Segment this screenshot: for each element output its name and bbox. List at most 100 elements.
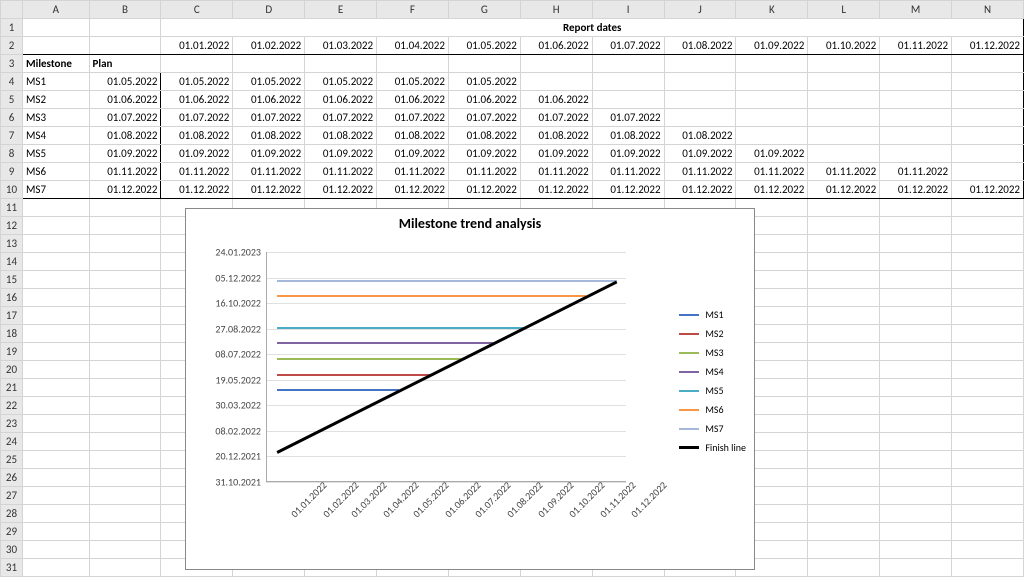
cell[interactable] — [89, 253, 161, 271]
col-N[interactable]: N — [952, 1, 1024, 19]
cell[interactable] — [880, 343, 952, 361]
row-3[interactable]: 3 — [1, 55, 23, 73]
cell[interactable] — [89, 343, 161, 361]
col-H[interactable]: H — [520, 1, 592, 19]
cell[interactable] — [880, 73, 952, 91]
cell[interactable]: 01.08.2022 — [233, 127, 305, 145]
cell[interactable]: 01.06.2022 — [161, 91, 233, 109]
cell[interactable]: 01.05.2022 — [305, 73, 377, 91]
cell[interactable] — [952, 271, 1024, 289]
cell[interactable]: 01.11.2022 — [89, 163, 161, 181]
cell[interactable] — [880, 433, 952, 451]
cell[interactable]: 01.08.2022 — [377, 127, 449, 145]
row-25[interactable]: 25 — [1, 451, 23, 469]
cell[interactable] — [952, 487, 1024, 505]
cell[interactable]: 01.12.2022 — [305, 181, 377, 199]
cell[interactable] — [880, 253, 952, 271]
cell[interactable]: 01.05.2022 — [448, 73, 520, 91]
cell[interactable]: 01.11.2022 — [377, 163, 449, 181]
cell[interactable] — [89, 361, 161, 379]
cell[interactable]: 01.07.2022 — [520, 109, 592, 127]
cell[interactable]: 01.09.2022 — [377, 145, 449, 163]
cell[interactable]: 01.11.2022 — [880, 37, 952, 55]
cell[interactable]: 01.11.2022 — [664, 163, 736, 181]
row-8[interactable]: 8 — [1, 145, 23, 163]
cell[interactable] — [664, 73, 736, 91]
cell[interactable]: 01.12.2022 — [377, 181, 449, 199]
cell[interactable] — [23, 271, 90, 289]
cell[interactable]: 01.03.2022 — [305, 37, 377, 55]
row-2[interactable]: 2 — [1, 37, 23, 55]
cell[interactable]: 01.07.2022 — [377, 109, 449, 127]
cell[interactable]: 01.12.2022 — [233, 181, 305, 199]
cell[interactable] — [952, 505, 1024, 523]
cell[interactable] — [952, 307, 1024, 325]
cell[interactable] — [880, 127, 952, 145]
cell[interactable]: 01.09.2022 — [520, 145, 592, 163]
row-16[interactable]: 16 — [1, 289, 23, 307]
cell[interactable]: 01.04.2022 — [377, 37, 449, 55]
row-22[interactable]: 22 — [1, 397, 23, 415]
cell[interactable] — [520, 73, 592, 91]
cell[interactable] — [23, 451, 90, 469]
cell[interactable]: 01.06.2022 — [520, 37, 592, 55]
cell[interactable] — [952, 469, 1024, 487]
cell[interactable] — [23, 199, 90, 217]
cell[interactable] — [880, 415, 952, 433]
row-30[interactable]: 30 — [1, 541, 23, 559]
cell[interactable] — [89, 217, 161, 235]
chart[interactable]: Milestone trend analysis 31.10.202120.12… — [185, 208, 755, 570]
cell[interactable] — [736, 73, 808, 91]
cell[interactable] — [808, 343, 880, 361]
cell[interactable]: 01.11.2022 — [808, 163, 880, 181]
cell[interactable]: 01.10.2022 — [808, 37, 880, 55]
cell[interactable]: 01.08.2022 — [161, 127, 233, 145]
cell[interactable] — [808, 505, 880, 523]
cell[interactable]: 01.05.2022 — [161, 73, 233, 91]
cell[interactable] — [23, 307, 90, 325]
cell[interactable]: 01.12.2022 — [89, 181, 161, 199]
cell[interactable]: 01.08.2022 — [305, 127, 377, 145]
cell[interactable]: 01.06.2022 — [233, 91, 305, 109]
cell[interactable] — [952, 127, 1024, 145]
row-24[interactable]: 24 — [1, 433, 23, 451]
cell[interactable] — [592, 91, 664, 109]
cell[interactable] — [808, 235, 880, 253]
cell[interactable] — [808, 145, 880, 163]
cell[interactable] — [808, 415, 880, 433]
cell[interactable]: 01.08.2022 — [520, 127, 592, 145]
cell[interactable] — [89, 199, 161, 217]
cell[interactable] — [89, 325, 161, 343]
cell[interactable] — [664, 109, 736, 127]
row-20[interactable]: 20 — [1, 361, 23, 379]
row-9[interactable]: 9 — [1, 163, 23, 181]
cell[interactable]: 01.08.2022 — [89, 127, 161, 145]
cell[interactable] — [880, 361, 952, 379]
cell[interactable] — [808, 127, 880, 145]
cell[interactable] — [880, 235, 952, 253]
plan-col-hdr[interactable]: Plan — [89, 55, 161, 73]
cell[interactable] — [880, 145, 952, 163]
cell[interactable]: 01.12.2022 — [592, 181, 664, 199]
cell[interactable] — [952, 343, 1024, 361]
cell[interactable] — [89, 397, 161, 415]
cell[interactable]: 01.12.2022 — [664, 181, 736, 199]
cell[interactable]: 01.05.2022 — [377, 73, 449, 91]
cell[interactable] — [808, 325, 880, 343]
cell[interactable] — [952, 379, 1024, 397]
cell[interactable] — [880, 469, 952, 487]
cell[interactable]: 01.11.2022 — [592, 163, 664, 181]
col-C[interactable]: C — [161, 1, 233, 19]
cell[interactable]: 01.09.2022 — [736, 37, 808, 55]
cell[interactable]: 01.07.2022 — [161, 109, 233, 127]
cell[interactable]: 01.12.2022 — [736, 181, 808, 199]
row-19[interactable]: 19 — [1, 343, 23, 361]
cell[interactable] — [23, 253, 90, 271]
row-12[interactable]: 12 — [1, 217, 23, 235]
cell[interactable]: 01.08.2022 — [448, 127, 520, 145]
cell[interactable]: 01.11.2022 — [880, 163, 952, 181]
cell[interactable] — [952, 451, 1024, 469]
cell[interactable] — [880, 487, 952, 505]
cell[interactable] — [808, 199, 880, 217]
cell[interactable] — [880, 397, 952, 415]
